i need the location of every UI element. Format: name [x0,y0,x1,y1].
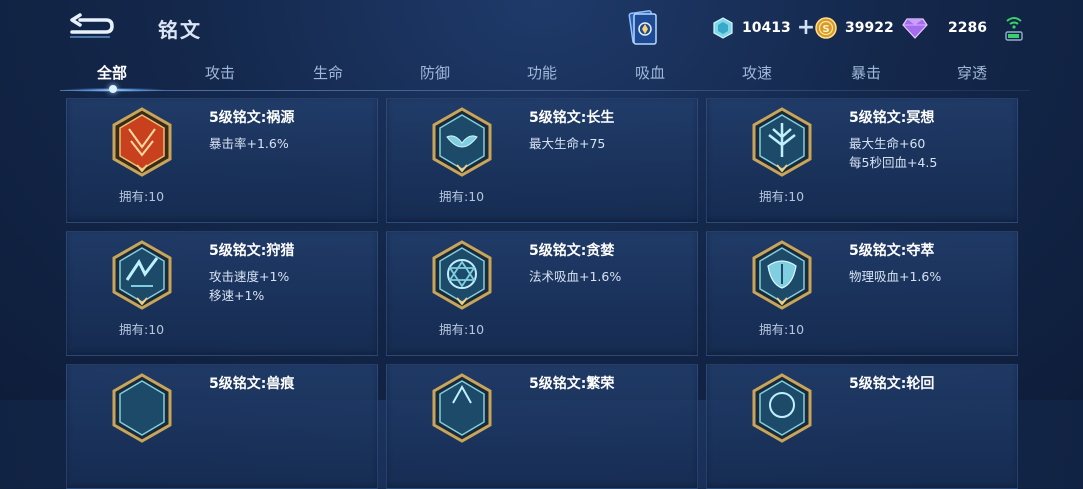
rune-card-mingxiang[interactable]: 5级铭文:冥想 最大生命+60 每5秒回血+4.5 拥有:10 [706,98,1018,223]
blue-rune-emblem-icon [432,373,492,443]
blue-rune-emblem-icon [752,373,812,443]
rune-name: 5级铭文:繁荣 [529,376,615,392]
rune-card-shouhen[interactable]: 5级铭文:兽痕 [66,364,378,489]
blue-rune-emblem-icon [752,107,812,177]
blue-rune-emblem-icon [112,240,172,310]
rune-card-lunhui[interactable]: 5级铭文:轮回 [706,364,1018,489]
blue-rune-emblem-icon [432,107,492,177]
rune-card-fanrong[interactable]: 5级铭文:繁荣 [386,364,698,489]
rune-stat: 最大生命+60 [849,136,926,151]
rune-owned-count: 拥有:10 [439,189,485,204]
rune-name: 5级铭文:轮回 [849,376,935,392]
rune-owned-count: 拥有:10 [119,189,165,204]
rune-stat: 攻击速度+1% [209,269,290,284]
rune-owned-count: 拥有:10 [119,322,165,337]
rune-stat: 移速+1% [209,288,265,303]
blue-rune-emblem-icon [432,240,492,310]
blue-rune-emblem-icon [752,240,812,310]
rune-stat: 暴击率+1.6% [209,136,289,151]
rune-name: 5级铭文:冥想 [849,110,935,126]
rune-card-duocui[interactable]: 5级铭文:夺萃 物理吸血+1.6% 拥有:10 [706,231,1018,356]
rune-owned-count: 拥有:10 [759,189,805,204]
rune-name: 5级铭文:夺萃 [849,243,935,259]
rune-owned-count: 拥有:10 [759,322,805,337]
rune-card-changsheng[interactable]: 5级铭文:长生 最大生命+75 拥有:10 [386,98,698,223]
rune-stat: 每5秒回血+4.5 [849,155,938,170]
rune-stat: 法术吸血+1.6% [529,269,622,284]
blue-rune-emblem-icon [112,373,172,443]
rune-name: 5级铭文:兽痕 [209,376,295,392]
rune-name: 5级铭文:长生 [529,110,615,126]
rune-name: 5级铭文:祸源 [209,110,295,126]
red-rune-emblem-icon [112,107,172,177]
rune-card-tanlan[interactable]: 5级铭文:贪婪 法术吸血+1.6% 拥有:10 [386,231,698,356]
rune-name: 5级铭文:狩猎 [209,243,295,259]
rune-stat: 物理吸血+1.6% [849,269,942,284]
rune-owned-count: 拥有:10 [439,322,485,337]
rune-name: 5级铭文:贪婪 [529,243,615,259]
rune-card-shoulie[interactable]: 5级铭文:狩猎 攻击速度+1% 移速+1% 拥有:10 [66,231,378,356]
rune-grid: 5级铭文:祸源 暴击率+1.6% 拥有:10 5级铭文:长生 最大生命+75 拥… [0,0,1083,489]
rune-stat: 最大生命+75 [529,136,606,151]
rune-card-huoyuan[interactable]: 5级铭文:祸源 暴击率+1.6% 拥有:10 [66,98,378,223]
